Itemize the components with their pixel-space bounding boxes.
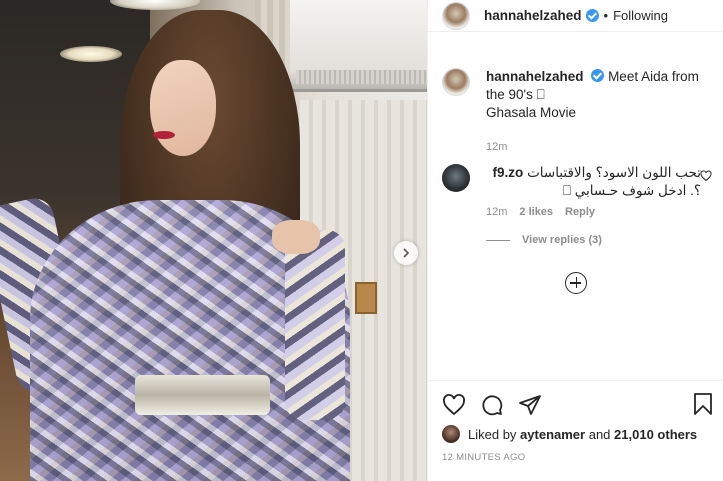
load-more-comments-button[interactable] xyxy=(565,272,587,294)
comment-body: تحب اللون الاسود؟ والاقتباسات f9.zo ؟. ا… xyxy=(486,164,701,200)
avatar[interactable] xyxy=(442,164,470,192)
caption-username[interactable]: hannahelzahed xyxy=(486,69,584,84)
caption-line2: Ghasala Movie xyxy=(486,105,577,120)
comment-username[interactable]: f9.zo xyxy=(493,165,524,180)
save-bookmark-icon[interactable] xyxy=(692,392,714,416)
next-photo-button[interactable] xyxy=(394,241,418,265)
post-photo[interactable] xyxy=(0,0,427,481)
post-side-panel: hannahelzahed • Following hannahelzahed … xyxy=(427,0,723,481)
actions-bar: Liked by aytenamer and 21,010 others 12 … xyxy=(428,380,723,481)
replies-divider xyxy=(486,239,510,241)
likes-summary: Liked by aytenamer and 21,010 others xyxy=(442,425,697,443)
like-comment-heart-icon[interactable] xyxy=(700,170,712,182)
following-button[interactable]: Following xyxy=(613,8,668,23)
view-replies-label: View replies (3) xyxy=(522,234,602,246)
post-header: hannahelzahed • Following xyxy=(428,0,723,32)
comment-bubble-icon[interactable] xyxy=(480,393,504,417)
likes-prefix: Liked by xyxy=(468,426,517,442)
comment-meta: 12m 2 likes Reply xyxy=(486,206,718,218)
avatar[interactable] xyxy=(442,1,470,30)
comment-likes[interactable]: 2 likes xyxy=(519,206,553,218)
photo-ac-vent xyxy=(296,70,427,84)
photo-lips xyxy=(153,131,175,139)
action-icons xyxy=(442,392,714,418)
caption-age[interactable]: 12m xyxy=(486,138,716,156)
comment-text: تحب اللون الاسود؟ والاقتباسات xyxy=(527,165,701,180)
author-username[interactable]: hannahelzahed xyxy=(484,8,582,23)
verified-badge-icon xyxy=(591,69,605,82)
reply-button[interactable]: Reply xyxy=(565,206,595,218)
photo-arm xyxy=(285,230,345,420)
comment: تحب اللون الاسود؟ والاقتباسات f9.zo ؟. ا… xyxy=(442,164,718,246)
liker-avatar[interactable] xyxy=(442,425,460,443)
view-replies-button[interactable]: View replies (3) xyxy=(486,234,718,246)
photo-light-switch xyxy=(355,282,377,314)
share-send-icon[interactable] xyxy=(518,393,542,417)
verified-badge-icon xyxy=(585,9,599,22)
likes-count[interactable]: 21,010 others xyxy=(614,427,697,442)
photo-face xyxy=(150,60,216,156)
comment-text-line2: ؟. ادخل شوف حـسابي ⎕ xyxy=(562,183,701,198)
photo-belt xyxy=(135,375,270,415)
likes-mid: and xyxy=(588,426,611,442)
separator-dot: • xyxy=(603,8,609,23)
caption-body: hannahelzahed Meet Aida from the 90's ⎕ … xyxy=(486,68,716,156)
photo-hand xyxy=(272,220,320,254)
photo-lamp xyxy=(60,46,122,62)
like-heart-icon[interactable] xyxy=(442,393,466,417)
comment-age[interactable]: 12m xyxy=(486,206,507,218)
caption: hannahelzahed Meet Aida from the 90's ⎕ … xyxy=(442,68,718,156)
post-timestamp[interactable]: 12 MINUTES AGO xyxy=(442,452,525,463)
liker-username[interactable]: aytenamer xyxy=(520,427,585,442)
chevron-right-icon xyxy=(403,248,410,258)
avatar[interactable] xyxy=(442,68,470,96)
